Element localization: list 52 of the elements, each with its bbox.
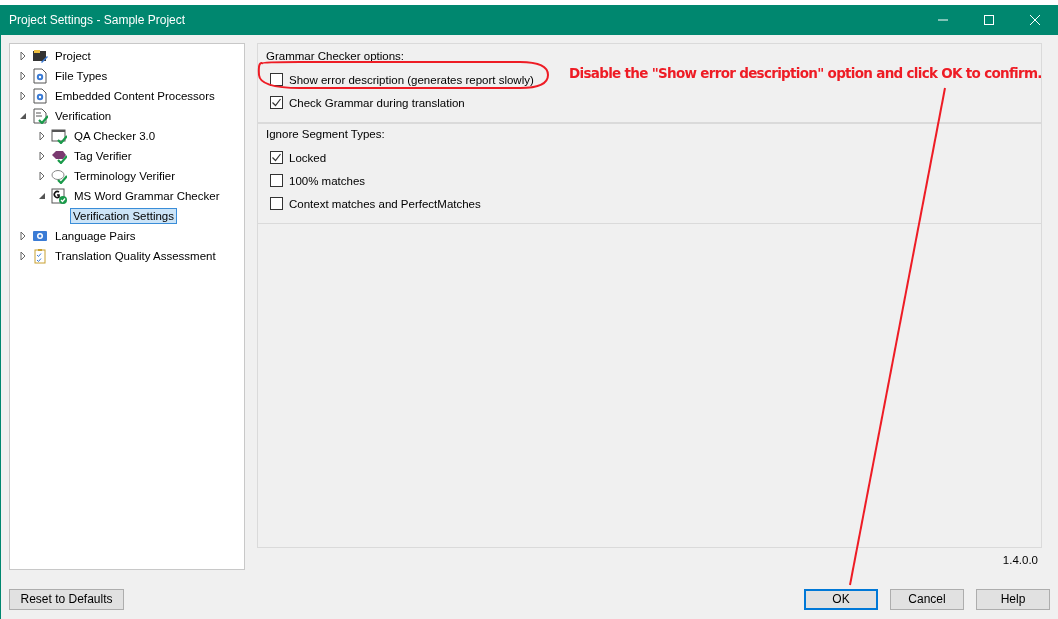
tree-item[interactable]: Verification Settings	[70, 208, 177, 224]
annotation-text: Disable the "Show error description" option and click OK to confirm.	[569, 65, 1042, 81]
expand-arrow-icon[interactable]	[18, 91, 28, 101]
language-pairs-icon	[32, 228, 48, 244]
group-title: Grammar Checker options:	[266, 50, 406, 64]
checkbox-label: Context matches and PerfectMatches	[289, 197, 481, 210]
tree-item[interactable]: Translation Quality Assessment	[52, 248, 219, 264]
tree-item[interactable]: Verification	[52, 108, 115, 124]
expand-arrow-icon[interactable]	[18, 231, 28, 241]
checkbox[interactable]	[270, 151, 283, 164]
grammar-check-icon	[51, 188, 67, 204]
checkbox-label: Locked	[289, 151, 327, 164]
folder-icon	[32, 48, 48, 64]
expand-arrow-icon[interactable]	[37, 131, 47, 141]
checked-document-icon	[32, 108, 48, 124]
window-check-icon	[51, 128, 67, 144]
checkbox-label: Check Grammar during translation	[289, 96, 465, 109]
tree-item[interactable]: Tag Verifier	[71, 148, 135, 164]
maximize-icon[interactable]	[983, 14, 995, 26]
dialog-button[interactable]: Help	[976, 588, 1050, 610]
dialog-button[interactable]: Reset to Defaults	[9, 588, 124, 610]
tree-item[interactable]: File Types	[52, 68, 111, 84]
tree-item[interactable]: Project	[52, 48, 94, 64]
expand-arrow-icon[interactable]	[18, 251, 28, 261]
checkbox[interactable]	[270, 174, 283, 187]
collapse-arrow-icon[interactable]	[18, 111, 28, 121]
checkbox[interactable]	[270, 73, 283, 86]
gear-document-icon	[32, 68, 48, 84]
window-title: Project Settings - Sample Project	[9, 13, 187, 27]
checkbox[interactable]	[270, 197, 283, 210]
version-label: 1.4.0.0	[1001, 553, 1039, 568]
expand-arrow-icon[interactable]	[37, 151, 47, 161]
expand-arrow-icon[interactable]	[37, 171, 47, 181]
expand-arrow-icon[interactable]	[18, 51, 28, 61]
gear-document-icon	[32, 88, 48, 104]
tree-item[interactable]: Embedded Content Processors	[52, 88, 218, 104]
close-icon[interactable]	[1029, 14, 1041, 26]
speech-bubble-check-icon	[51, 168, 67, 184]
expand-arrow-icon[interactable]	[18, 71, 28, 81]
dialog-button[interactable]: OK	[804, 588, 878, 610]
tree-item[interactable]: Language Pairs	[52, 228, 139, 244]
clipboard-icon	[32, 248, 48, 264]
tree-item[interactable]: Terminology Verifier	[71, 168, 178, 184]
checkbox-label: 100% matches	[289, 174, 366, 187]
tree-item[interactable]: MS Word Grammar Checker	[71, 188, 223, 204]
dialog-button[interactable]: Cancel	[890, 588, 964, 610]
group-title: Ignore Segment Types:	[266, 128, 386, 142]
tag-check-icon	[51, 148, 67, 164]
checkbox-label: Show error description (generates report slowly)	[289, 73, 534, 86]
collapse-arrow-icon[interactable]	[37, 191, 47, 201]
checkbox[interactable]	[270, 96, 283, 109]
tree-item[interactable]: QA Checker 3.0	[71, 128, 159, 144]
